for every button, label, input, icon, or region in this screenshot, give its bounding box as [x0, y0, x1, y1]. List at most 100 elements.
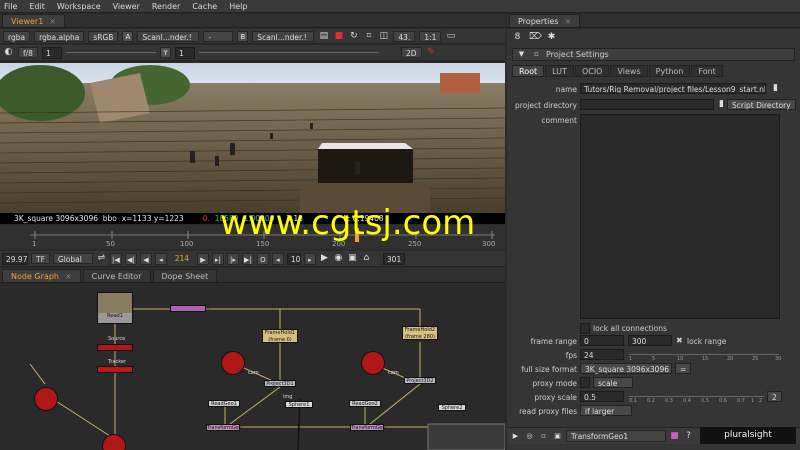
collapse-icon[interactable]: ▶: [510, 431, 521, 442]
float-icon[interactable]: ▫: [531, 49, 542, 60]
fps-slider[interactable]: [629, 354, 779, 355]
subtab-lut[interactable]: LUT: [545, 65, 574, 77]
gain-value-field[interactable]: 1: [41, 46, 62, 59]
gamma-value-field[interactable]: 1: [174, 46, 195, 59]
bounce-button[interactable]: O: [256, 252, 269, 265]
project3d1-node[interactable]: Project3D1: [264, 380, 296, 387]
camera2-node[interactable]: [361, 351, 385, 375]
current-frame-field[interactable]: 214: [170, 253, 194, 265]
flipbook-icon[interactable]: ▶: [319, 253, 330, 264]
transformgeo2-node[interactable]: TransformGeo: [350, 424, 386, 431]
menu-file[interactable]: File: [4, 2, 17, 11]
fps-field[interactable]: 29.97: [2, 252, 28, 265]
close-icon[interactable]: ×: [564, 17, 571, 26]
subtab-views[interactable]: Views: [610, 65, 648, 77]
sphere1-node[interactable]: Sphere1: [285, 401, 313, 408]
lock-range-checkbox[interactable]: ✖: [676, 336, 683, 345]
play-backward-button[interactable]: ◀: [139, 252, 152, 265]
menu-cache[interactable]: Cache: [192, 2, 217, 11]
mini-map[interactable]: [427, 423, 505, 450]
prev-frame-button[interactable]: ◂: [154, 252, 167, 265]
color-icon[interactable]: ■: [669, 431, 680, 442]
tf-dropdown[interactable]: TF: [31, 253, 50, 264]
step-back-button[interactable]: ◂: [271, 252, 284, 265]
next-key-button[interactable]: |▸: [226, 252, 239, 265]
step-forward-button[interactable]: ▸: [303, 252, 316, 265]
play-forward-button[interactable]: ▶: [196, 252, 209, 265]
fstop-field[interactable]: f/8: [18, 47, 38, 58]
menu-workspace[interactable]: Workspace: [57, 2, 101, 11]
menu-viewer[interactable]: Viewer: [113, 2, 140, 11]
tab-curve-editor[interactable]: Curve Editor: [82, 269, 151, 282]
proxy-mode-dropdown[interactable]: scale: [593, 377, 633, 388]
proxy-mode-checkbox[interactable]: [580, 377, 590, 388]
last-frame-button[interactable]: ▶|: [241, 252, 254, 265]
settings-icon[interactable]: ◎: [524, 431, 535, 442]
fps-field[interactable]: 24: [580, 349, 624, 360]
gain-field[interactable]: 43.: [393, 30, 416, 42]
camera1-node[interactable]: [221, 351, 245, 375]
subtab-ocio[interactable]: OCIO: [574, 65, 610, 77]
tab-properties[interactable]: Properties ×: [509, 14, 581, 27]
menu-help[interactable]: Help: [229, 2, 247, 11]
name-field[interactable]: Tutors/Rig Removal/project files/Lesson9…: [580, 83, 766, 94]
tracker-node[interactable]: [97, 366, 133, 373]
first-frame-button[interactable]: |◀: [109, 252, 122, 265]
transformgeo1-node[interactable]: TransformGeo: [206, 424, 242, 431]
prev-key-button[interactable]: ◀|: [124, 252, 137, 265]
read1-node[interactable]: Read1: [97, 292, 133, 324]
loop-icon[interactable]: ⇌: [96, 253, 107, 264]
max-panels-field-icon[interactable]: 8: [512, 32, 523, 43]
view-mode-dropdown[interactable]: 2D: [400, 47, 422, 58]
bottom-node-name[interactable]: TransformGeo1: [566, 430, 666, 442]
capture-icon[interactable]: ◉: [333, 253, 344, 264]
tab-node-graph[interactable]: Node Graph ×: [2, 269, 81, 282]
roi-icon[interactable]: ⌗: [363, 31, 374, 42]
purple-node[interactable]: [170, 305, 206, 312]
frame-range-end[interactable]: 300: [628, 335, 672, 346]
alpha-dropdown[interactable]: rgba.alpha: [34, 30, 85, 42]
format-edit-button[interactable]: =: [675, 363, 692, 374]
tab-viewer1[interactable]: Viewer1 ×: [2, 14, 65, 27]
zoom-dropdown[interactable]: 1:1: [419, 30, 442, 42]
project-directory-field[interactable]: [580, 99, 714, 110]
step-field[interactable]: 10: [286, 252, 301, 265]
channels-dropdown[interactable]: rgba: [3, 30, 31, 42]
proxy-step-button[interactable]: 2: [767, 391, 782, 402]
cache-icon[interactable]: ⌂: [361, 253, 372, 264]
b-input-dropdown[interactable]: Scanl...nder.!: [252, 30, 315, 42]
render-icon[interactable]: ▣: [347, 253, 358, 264]
readgeo2-node[interactable]: ReadGeo2: [349, 400, 381, 407]
camera3-node[interactable]: [34, 387, 58, 411]
project3d2-node[interactable]: Project3D2: [404, 377, 436, 384]
proxy-icon[interactable]: ▤: [318, 31, 329, 42]
tab-dope-sheet[interactable]: Dope Sheet: [152, 269, 218, 282]
viewer-image[interactable]: [0, 63, 505, 213]
directory-browser-icon[interactable]: ▮: [716, 99, 727, 110]
collapse-icon[interactable]: ▼: [516, 49, 527, 60]
close-icon[interactable]: ×: [49, 17, 56, 26]
subtab-root[interactable]: Root: [512, 65, 545, 77]
subtab-font[interactable]: Font: [691, 65, 723, 77]
clip-warning-icon[interactable]: ◫: [378, 31, 389, 42]
readgeo1-node[interactable]: ReadGeo1: [208, 400, 240, 407]
framehold2-node[interactable]: FrameHold2 (frame 280): [402, 326, 438, 340]
help-icon[interactable]: ?: [683, 431, 694, 442]
subtab-python[interactable]: Python: [648, 65, 691, 77]
colorspace-dropdown[interactable]: sRGB: [88, 30, 119, 42]
gain-slider[interactable]: [65, 52, 156, 53]
clear-panels-icon[interactable]: ⌦: [529, 32, 542, 43]
proxy-scale-field[interactable]: 0.5: [580, 391, 624, 402]
refresh-icon[interactable]: ↻: [348, 31, 359, 42]
node-icon[interactable]: ▫: [538, 431, 549, 442]
close-icon[interactable]: ×: [65, 272, 72, 281]
menu-edit[interactable]: Edit: [29, 2, 45, 11]
view-icon[interactable]: ▣: [552, 431, 563, 442]
record-icon[interactable]: ■: [333, 31, 344, 42]
lock-icon[interactable]: ▭: [445, 31, 456, 42]
gamma-slider[interactable]: [198, 52, 379, 53]
compare-op-dropdown[interactable]: -: [203, 30, 234, 42]
sphere2-node[interactable]: Sphere2: [438, 404, 466, 411]
menu-render[interactable]: Render: [152, 2, 180, 11]
next-frame-button[interactable]: ▸|: [211, 252, 224, 265]
